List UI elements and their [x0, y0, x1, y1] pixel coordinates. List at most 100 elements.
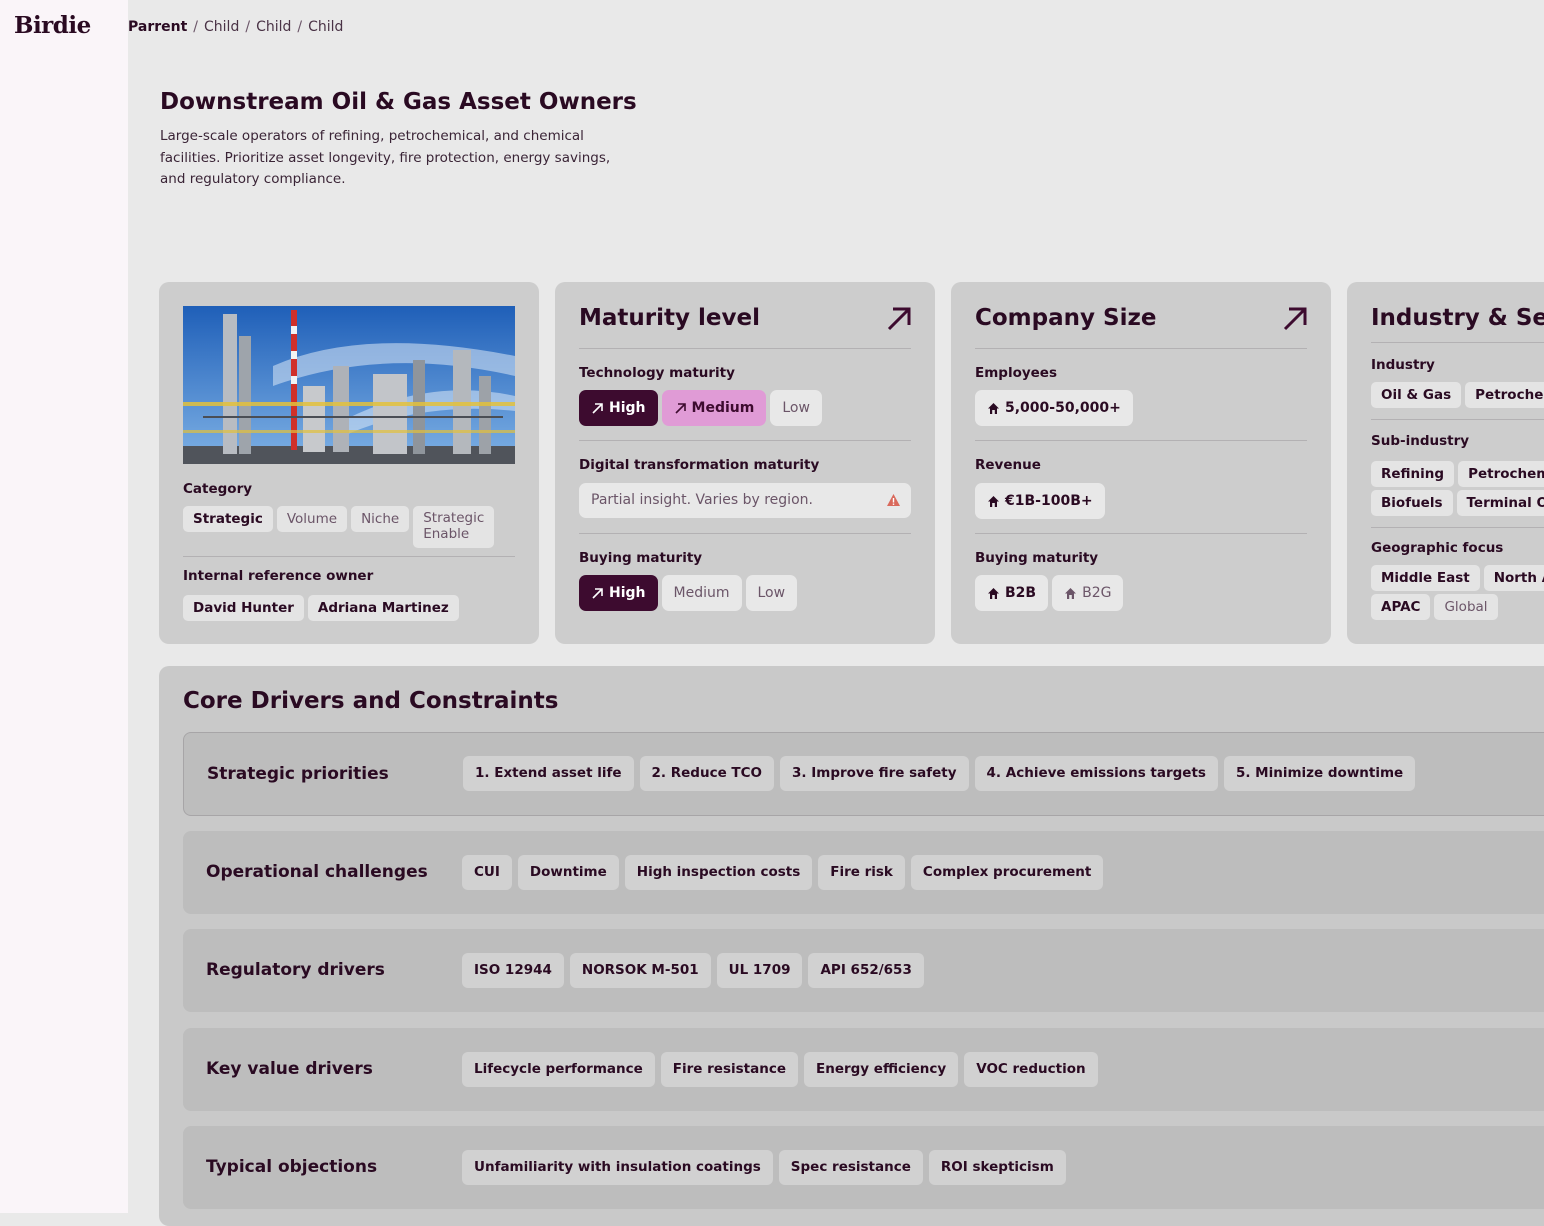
breadcrumb-item[interactable]: Child — [256, 19, 291, 35]
industry-chip[interactable]: Petrochemical — [1465, 382, 1544, 408]
option-label: Medium — [692, 390, 755, 426]
size-buying-options: B2B B2G — [975, 575, 1123, 611]
driver-chip[interactable]: 5. Minimize downtime — [1224, 756, 1415, 791]
buying-maturity-label: Buying maturity — [579, 550, 702, 566]
geo-chip[interactable]: Global — [1434, 594, 1497, 620]
driver-chip[interactable]: 1. Extend asset life — [463, 756, 634, 791]
buying-maturity-low[interactable]: Low — [746, 575, 798, 611]
industry-chip[interactable]: Oil & Gas — [1371, 382, 1461, 408]
industry-options: Oil & Gas Petrochemical — [1371, 382, 1544, 408]
option-label: B2G — [1082, 575, 1111, 611]
divider — [579, 533, 911, 534]
driver-chip[interactable]: NORSOK M-501 — [570, 953, 711, 988]
owner-chip[interactable]: Adriana Martinez — [308, 595, 459, 621]
subindustry-chip[interactable]: Petrochemical — [1458, 461, 1544, 487]
category-label: Category — [183, 481, 252, 497]
driver-chip[interactable]: 2. Reduce TCO — [640, 756, 775, 791]
maturity-title: Maturity level — [579, 305, 760, 331]
driver-chip[interactable]: UL 1709 — [717, 953, 803, 988]
core-drivers-title: Core Drivers and Constraints — [183, 688, 559, 714]
category-option-strategic-enable[interactable]: Strategic Enable — [413, 506, 494, 548]
breadcrumb-item[interactable]: Child — [308, 19, 343, 35]
industry-label: Industry — [1371, 357, 1435, 373]
row-label: Key value drivers — [206, 1059, 373, 1079]
driver-chip[interactable]: Unfamiliarity with insulation coatings — [462, 1150, 773, 1185]
geo-options: Middle East North America — [1371, 565, 1544, 591]
tech-maturity-high[interactable]: High — [579, 390, 658, 426]
subindustry-chip[interactable]: Biofuels — [1371, 490, 1453, 516]
row-tags: 1. Extend asset life 2. Reduce TCO 3. Im… — [463, 756, 1415, 791]
driver-chip[interactable]: API 652/653 — [808, 953, 923, 988]
row-tags: Unfamiliarity with insulation coatings S… — [462, 1150, 1066, 1185]
driver-chip[interactable]: Complex procurement — [911, 855, 1103, 890]
revenue-chip[interactable]: €1B-100B+ — [975, 483, 1105, 519]
driver-chip[interactable]: CUI — [462, 855, 512, 890]
digital-maturity-field[interactable]: Partial insight. Varies by region. — [579, 483, 911, 518]
tech-maturity-low[interactable]: Low — [770, 390, 822, 426]
category-option-volume[interactable]: Volume — [277, 506, 347, 532]
breadcrumb-separator: / — [245, 19, 250, 35]
driver-chip[interactable]: ISO 12944 — [462, 953, 564, 988]
category-option-niche[interactable]: Niche — [351, 506, 409, 532]
driver-row-key-value-drivers: Key value drivers Lifecycle performance … — [183, 1028, 1544, 1111]
divider — [1371, 342, 1544, 343]
category-option-strategic[interactable]: Strategic — [183, 506, 273, 532]
driver-chip[interactable]: High inspection costs — [625, 855, 812, 890]
refinery-image — [183, 306, 515, 464]
driver-chip[interactable]: ROI skepticism — [929, 1150, 1066, 1185]
warning-triangle-icon — [886, 493, 901, 507]
subindustry-chip[interactable]: Refining — [1371, 461, 1454, 487]
driver-chip[interactable]: Fire resistance — [661, 1052, 798, 1087]
buying-maturity-medium[interactable]: Medium — [662, 575, 742, 611]
geo-chip[interactable]: North America — [1484, 565, 1544, 591]
geo-chip[interactable]: Middle East — [1371, 565, 1480, 591]
page-title: Downstream Oil & Gas Asset Owners — [160, 89, 637, 115]
driver-chip[interactable]: 4. Achieve emissions targets — [975, 756, 1218, 791]
divider — [579, 440, 911, 441]
digital-maturity-value: Partial insight. Varies by region. — [591, 483, 813, 518]
arrow-up-right-icon[interactable] — [885, 305, 913, 333]
subindustry-options: Biofuels Terminal Operations — [1371, 490, 1544, 516]
driver-chip[interactable]: Downtime — [518, 855, 619, 890]
breadcrumb-item[interactable]: Child — [204, 19, 239, 35]
arrow-up-right-icon[interactable] — [1281, 305, 1309, 333]
buying-maturity-high[interactable]: High — [579, 575, 658, 611]
refinery-photo — [183, 306, 515, 464]
row-label: Typical objections — [206, 1157, 377, 1177]
driver-chip[interactable]: Fire risk — [818, 855, 905, 890]
owner-label: Internal reference owner — [183, 568, 373, 584]
breadcrumb-separator: / — [193, 19, 198, 35]
arrow-up-right-icon — [591, 402, 604, 415]
option-label: B2B — [1005, 575, 1036, 611]
employees-chip[interactable]: 5,000-50,000+ — [975, 390, 1133, 426]
driver-chip[interactable]: Spec resistance — [779, 1150, 923, 1185]
geo-chip[interactable]: APAC — [1371, 594, 1430, 620]
subindustry-chip[interactable]: Terminal Operations — [1457, 490, 1544, 516]
driver-chip[interactable]: 3. Improve fire safety — [780, 756, 969, 791]
row-label: Regulatory drivers — [206, 960, 385, 980]
buying-maturity-options: High Medium Low — [579, 575, 797, 611]
buying-b2b[interactable]: B2B — [975, 575, 1048, 611]
driver-chip[interactable]: Energy efficiency — [804, 1052, 958, 1087]
subindustry-label: Sub-industry — [1371, 433, 1469, 449]
house-icon — [1064, 587, 1077, 600]
industry-card: Industry & Segment Industry Oil & Gas Pe… — [1347, 282, 1544, 644]
driver-chip[interactable]: VOC reduction — [964, 1052, 1097, 1087]
arrow-up-right-icon — [674, 402, 687, 415]
driver-row-regulatory-drivers: Regulatory drivers ISO 12944 NORSOK M-50… — [183, 929, 1544, 1012]
driver-row-typical-objections: Typical objections Unfamiliarity with in… — [183, 1126, 1544, 1209]
buying-b2g[interactable]: B2G — [1052, 575, 1123, 611]
logo[interactable]: Birdie — [14, 12, 91, 39]
tech-maturity-options: High Medium Low — [579, 390, 822, 426]
size-buying-label: Buying maturity — [975, 550, 1098, 566]
driver-chip[interactable]: Lifecycle performance — [462, 1052, 655, 1087]
breadcrumb-item[interactable]: Parrent — [128, 19, 187, 35]
divider — [975, 348, 1307, 349]
tech-maturity-medium[interactable]: Medium — [662, 390, 767, 426]
row-label: Strategic priorities — [207, 764, 389, 784]
owner-chip[interactable]: David Hunter — [183, 595, 304, 621]
row-tags: ISO 12944 NORSOK M-501 UL 1709 API 652/6… — [462, 953, 924, 988]
divider — [1371, 527, 1544, 528]
employees-value: 5,000-50,000+ — [1005, 390, 1121, 426]
sidebar: Birdie — [0, 0, 128, 1213]
